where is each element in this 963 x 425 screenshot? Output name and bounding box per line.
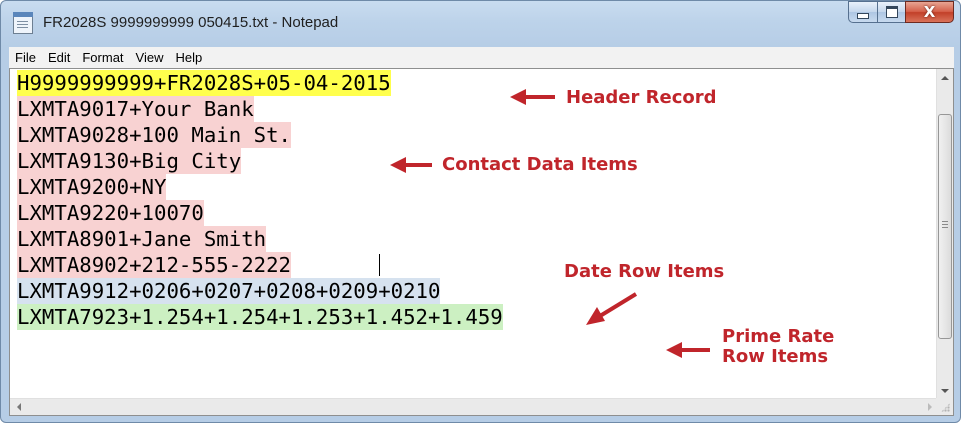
maximize-button[interactable]: [877, 1, 905, 23]
prime-arrow: [666, 342, 710, 358]
window-controls: X: [848, 1, 954, 23]
editor-pane: H9999999999+FR2028S+05-04-2015 LXMTA9017…: [9, 68, 954, 416]
grip-icon: [942, 221, 948, 228]
maximize-icon: [885, 6, 898, 18]
header-arrow: [510, 89, 555, 105]
menu-format[interactable]: Format: [76, 48, 129, 68]
arrow-down-icon: [941, 388, 949, 393]
menu-edit[interactable]: Edit: [42, 48, 76, 68]
vertical-scrollbar[interactable]: [936, 69, 953, 399]
window-title: FR2028S 9999999999 050415.txt - Notepad: [43, 14, 339, 31]
header-record-callout: Header Record: [566, 87, 717, 108]
text-area[interactable]: H9999999999+FR2028S+05-04-2015 LXMTA9017…: [10, 69, 938, 399]
close-button[interactable]: X: [905, 1, 954, 23]
menu-file[interactable]: File: [9, 48, 42, 68]
date-row-callout: Date Row Items: [564, 261, 725, 282]
arrow-up-icon: [941, 75, 949, 80]
size-grip-icon[interactable]: [936, 398, 953, 415]
menu-help[interactable]: Help: [169, 48, 208, 68]
contact-arrow: [390, 157, 432, 173]
horizontal-scrollbar[interactable]: [10, 398, 938, 415]
prime-rate-callout: Prime Rate Row Items: [722, 327, 862, 367]
notepad-window: FR2028S 9999999999 050415.txt - Notepad …: [0, 0, 961, 423]
prime-rate-callout-line1: Prime Rate: [722, 326, 835, 347]
minimize-icon: [857, 13, 869, 19]
scroll-up-button[interactable]: [937, 69, 953, 86]
scroll-down-button[interactable]: [937, 382, 953, 399]
minimize-button[interactable]: [848, 1, 877, 23]
menu-bar: File Edit Format View Help: [9, 47, 954, 69]
arrow-right-icon: [927, 403, 932, 411]
date-arrow: [586, 292, 638, 325]
prime-rate-callout-line2: Row Items: [722, 346, 829, 367]
scroll-left-button[interactable]: [10, 399, 27, 415]
menu-view[interactable]: View: [130, 48, 170, 68]
close-icon: X: [923, 3, 936, 21]
title-bar[interactable]: FR2028S 9999999999 050415.txt - Notepad …: [1, 1, 960, 47]
notepad-icon[interactable]: [13, 12, 33, 34]
contact-data-callout: Contact Data Items: [442, 154, 638, 175]
arrow-left-icon: [16, 403, 21, 411]
vertical-scroll-thumb[interactable]: [938, 114, 952, 339]
